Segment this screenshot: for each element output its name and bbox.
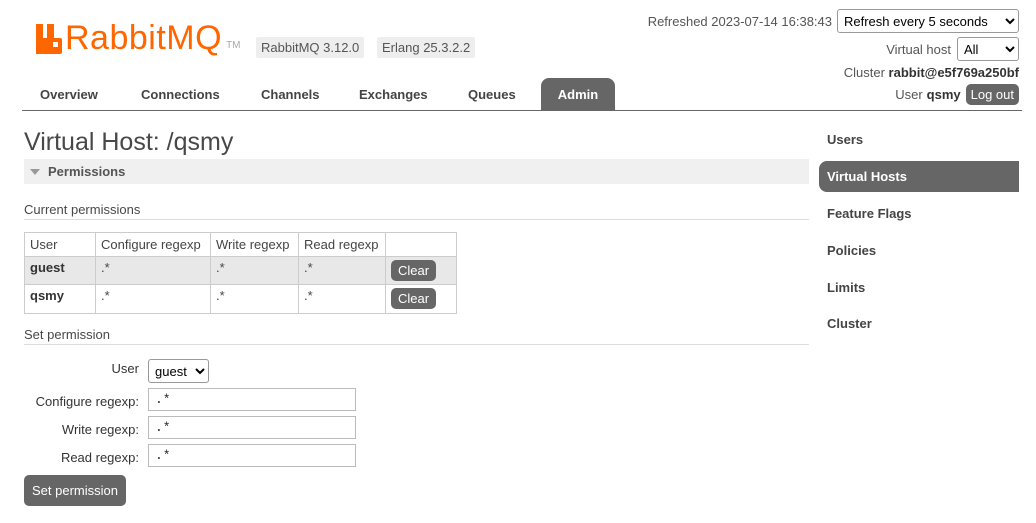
tab-exchanges[interactable]: Exchanges [341, 78, 446, 110]
cluster-label: Cluster [843, 65, 885, 80]
read-regexp-input[interactable] [148, 444, 356, 467]
logout-button[interactable]: Log out [965, 84, 1019, 105]
sidebar-item-users[interactable]: Users [819, 124, 1019, 155]
current-user: qsmy [926, 87, 961, 102]
action-cell: Clear [385, 256, 457, 285]
logo-trademark: TM [226, 40, 241, 51]
clear-permission-button[interactable]: Clear [391, 288, 437, 309]
tab-connections[interactable]: Connections [123, 78, 238, 110]
permissions-section-title: Permissions [48, 164, 126, 179]
divider [24, 219, 809, 220]
divider [24, 344, 809, 345]
page-title: Virtual Host: /qsmy [24, 128, 234, 156]
permission-user: qsmy [24, 284, 96, 314]
set-permission-button[interactable]: Set permission [24, 475, 126, 506]
table-row: qsmy .* .* .* Clear [24, 284, 457, 314]
column-header: Write regexp [210, 232, 299, 257]
sidebar-item-feature-flags[interactable]: Feature Flags [819, 198, 1019, 229]
column-header: Read regexp [298, 232, 386, 257]
permissions-section-toggle[interactable]: Permissions [24, 159, 809, 184]
current-permissions-heading: Current permissions [24, 202, 141, 217]
read-regexp-cell: .* [298, 256, 386, 285]
column-header: Configure regexp [95, 232, 211, 257]
read-regexp-cell: .* [298, 284, 386, 314]
sidebar-item-virtual-hosts[interactable]: Virtual Hosts [819, 161, 1019, 192]
column-header: User [24, 232, 96, 257]
user-info: User qsmy Log out [895, 84, 1019, 105]
tab-channels[interactable]: Channels [243, 78, 338, 110]
refreshed-timestamp: Refreshed 2023-07-14 16:38:43 [647, 13, 832, 29]
write-regexp-label: Write regexp: [61, 422, 139, 437]
virtual-host-select[interactable]: All [957, 37, 1019, 61]
table-header-row: User Configure regexp Write regexp Read … [24, 232, 457, 257]
user-label: User [895, 87, 923, 102]
sidebar-item-limits[interactable]: Limits [819, 272, 1019, 303]
user-select[interactable]: guest [148, 359, 209, 383]
refresh-interval-select[interactable]: Refresh every 5 seconds [837, 9, 1019, 33]
column-header [385, 232, 457, 257]
permission-user: guest [24, 256, 96, 285]
clear-permission-button[interactable]: Clear [391, 260, 437, 281]
rabbitmq-logo: RabbitMQ TM [36, 18, 241, 57]
rabbitmq-logo-icon [36, 24, 62, 54]
permissions-table: User Configure regexp Write regexp Read … [24, 232, 457, 314]
user-field-label: User [111, 361, 139, 376]
rabbitmq-version-badge: RabbitMQ 3.12.0 [256, 37, 365, 58]
collapse-triangle-icon [30, 168, 40, 175]
configure-regexp-input[interactable] [148, 388, 356, 411]
read-regexp-label: Read regexp: [60, 450, 139, 465]
write-regexp-cell: .* [210, 256, 299, 285]
virtual-host-label: Virtual host [886, 41, 951, 57]
configure-regexp-label: Configure regexp: [35, 394, 139, 409]
nav-divider [812, 110, 1022, 111]
logo-text: RabbitMQ [65, 19, 223, 57]
main-nav: Overview Connections Channels Exchanges … [22, 78, 812, 111]
erlang-version-badge: Erlang 25.3.2.2 [377, 37, 476, 58]
write-regexp-input[interactable] [148, 416, 356, 439]
action-cell: Clear [385, 284, 457, 314]
tab-overview[interactable]: Overview [22, 78, 116, 110]
cluster-info: Cluster rabbit@e5f769a250bf [844, 65, 1019, 80]
tab-queues[interactable]: Queues [450, 78, 534, 110]
sidebar-item-policies[interactable]: Policies [819, 235, 1019, 266]
tab-admin[interactable]: Admin [541, 78, 615, 110]
cluster-name: rabbit@e5f769a250bf [888, 65, 1019, 80]
write-regexp-cell: .* [210, 284, 299, 314]
table-row: guest .* .* .* Clear [24, 256, 457, 285]
sidebar-item-cluster[interactable]: Cluster [819, 308, 1019, 339]
virtual-host-filter: Virtual host All [886, 37, 1019, 61]
refresh-bar: Refreshed 2023-07-14 16:38:43 Refresh ev… [648, 9, 1019, 33]
set-permission-heading: Set permission [24, 327, 110, 342]
configure-regexp-cell: .* [95, 256, 211, 285]
configure-regexp-cell: .* [95, 284, 211, 314]
